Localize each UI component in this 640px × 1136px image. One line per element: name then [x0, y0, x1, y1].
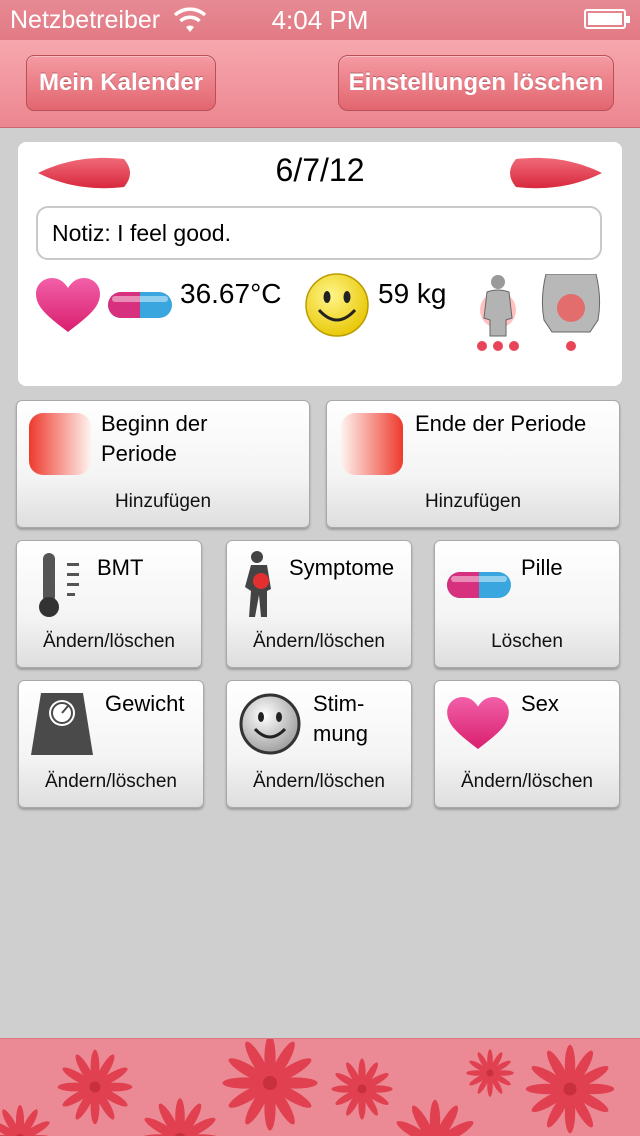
clear-settings-button[interactable]: Einstellungen löschen	[338, 55, 614, 111]
weight-tile[interactable]: Gewicht Ändern/löschen	[18, 680, 204, 808]
weight-action: Ändern/löschen	[44, 771, 178, 792]
abdomen-symptom-icon	[541, 274, 601, 351]
thermometer-icon	[39, 553, 79, 617]
sex-action: Ändern/löschen	[460, 771, 594, 792]
bmt-title: BMT	[97, 555, 144, 580]
period-end-tile[interactable]: Ende der Periode Hinzufügen	[326, 400, 620, 528]
sex-tile[interactable]: Sex Ändern/löschen	[434, 680, 620, 808]
mood-title-line1: Stim-	[313, 691, 365, 716]
body-symptom-small-icon	[245, 551, 271, 617]
temperature-value: 36.67°C	[180, 278, 282, 309]
period-end-icon	[341, 413, 403, 475]
body-symptom-icon	[477, 275, 519, 351]
sex-title: Sex	[521, 691, 559, 716]
mood-action: Ändern/löschen	[252, 771, 386, 792]
pill-tile[interactable]: Pille Löschen	[434, 540, 620, 668]
symptoms-title: Symptome	[289, 555, 395, 580]
status-time: 4:04 PM	[271, 5, 369, 35]
nav-bar: Mein Kalender Einstellungen löschen	[0, 40, 640, 128]
pill-small-icon	[447, 572, 511, 598]
mood-face-icon	[239, 693, 301, 755]
pill-action: Löschen	[491, 631, 563, 652]
flower-pattern	[0, 1038, 640, 1136]
scale-icon	[31, 693, 93, 755]
symptoms-action: Ändern/löschen	[252, 631, 386, 652]
heart-icon	[36, 278, 100, 332]
symptoms-tile[interactable]: Symptome Ändern/löschen	[226, 540, 412, 668]
pill-icon	[108, 292, 172, 318]
heart-small-icon	[447, 697, 509, 749]
mood-title-line2: mung	[313, 721, 369, 746]
mood-tile[interactable]: Stim- mung Ändern/löschen	[226, 680, 412, 808]
weight-title: Gewicht	[105, 691, 185, 716]
status-bar: Netzbetreiber 4:04 PM	[0, 0, 640, 40]
next-day-arrow-icon[interactable]	[506, 156, 602, 190]
period-start-title-line2: Periode	[101, 441, 177, 466]
battery-icon	[584, 9, 630, 29]
back-button[interactable]: Mein Kalender	[26, 55, 216, 111]
flower-pattern-art	[0, 1039, 615, 1136]
smiley-icon	[305, 273, 369, 337]
period-start-title-line1: Beginn der	[101, 411, 208, 436]
day-summary-card: 6/7/12 Notiz: I feel good. 36.67°C 59 kg	[18, 142, 622, 386]
period-start-tile[interactable]: Beginn der Periode Hinzufügen	[16, 400, 310, 528]
pill-title: Pille	[521, 555, 563, 580]
bmt-action: Ändern/löschen	[42, 631, 176, 652]
period-start-action: Hinzufügen	[114, 491, 212, 512]
weight-value: 59 kg	[378, 278, 447, 309]
period-start-icon	[29, 413, 91, 475]
clear-settings-label: Einstellungen löschen	[348, 69, 604, 96]
note-field[interactable]: Notiz: I feel good.	[36, 206, 602, 260]
back-button-label: Mein Kalender	[38, 69, 204, 96]
period-end-action: Hinzufügen	[424, 491, 522, 512]
bmt-tile[interactable]: BMT Ändern/löschen	[16, 540, 202, 668]
period-end-title: Ende der Periode	[415, 411, 587, 436]
